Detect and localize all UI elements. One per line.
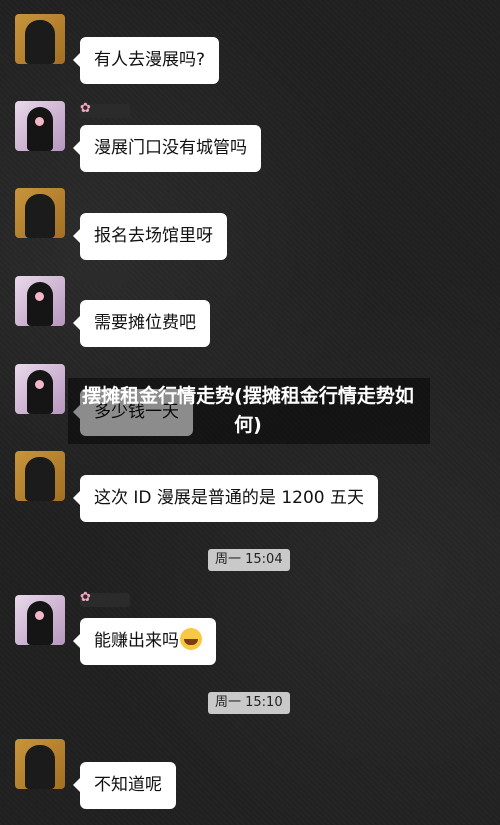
- avatar[interactable]: [15, 276, 65, 326]
- message-text: 需要摊位费吧: [94, 313, 196, 333]
- message-bubble[interactable]: 这次 ID 漫展是普通的是 1200 五天: [73, 475, 378, 522]
- message-text: 报名去场馆里呀: [94, 226, 213, 246]
- avatar[interactable]: [15, 101, 65, 151]
- message-text: 能赚出来吗: [94, 631, 179, 651]
- sender-nickname: ✿: [80, 590, 130, 607]
- message-text: 漫展门口没有城管吗: [94, 138, 247, 158]
- overlay-title: 摆摊租金行情走势(摆摊租金行情走势如何): [82, 385, 414, 436]
- message-bubble[interactable]: 有人去漫展吗?: [72, 37, 220, 84]
- message-text: 不知道呢: [94, 775, 162, 795]
- chat-screen: 有人去漫展吗? ✿ 漫展门口没有城管吗 报名去场馆里呀 需要摊位费吧 多少钱一天…: [0, 0, 500, 825]
- grinning-sweat-emoji-icon: [180, 628, 202, 650]
- message-timestamp: 周一 15:04: [208, 549, 290, 571]
- message-text: 有人去漫展吗?: [94, 50, 206, 70]
- message-text: 这次 ID 漫展是普通的是 1200 五天: [94, 488, 364, 508]
- message-timestamp: 周一 15:10: [208, 692, 290, 714]
- avatar[interactable]: [15, 739, 65, 789]
- message-bubble[interactable]: 不知道呢: [73, 762, 176, 809]
- avatar[interactable]: [15, 364, 65, 414]
- avatar[interactable]: [15, 14, 65, 64]
- avatar[interactable]: [15, 595, 65, 645]
- avatar[interactable]: [15, 451, 65, 501]
- message-bubble[interactable]: 能赚出来吗: [73, 618, 216, 665]
- flower-icon: ✿: [80, 590, 91, 605]
- message-bubble[interactable]: 报名去场馆里呀: [73, 213, 227, 260]
- flower-icon: ✿: [80, 101, 91, 116]
- avatar[interactable]: [15, 188, 65, 238]
- message-bubble[interactable]: 漫展门口没有城管吗: [73, 125, 261, 172]
- sender-nickname: ✿: [80, 101, 130, 118]
- message-bubble[interactable]: 需要摊位费吧: [73, 300, 210, 347]
- sender-nickname: [80, 271, 130, 285]
